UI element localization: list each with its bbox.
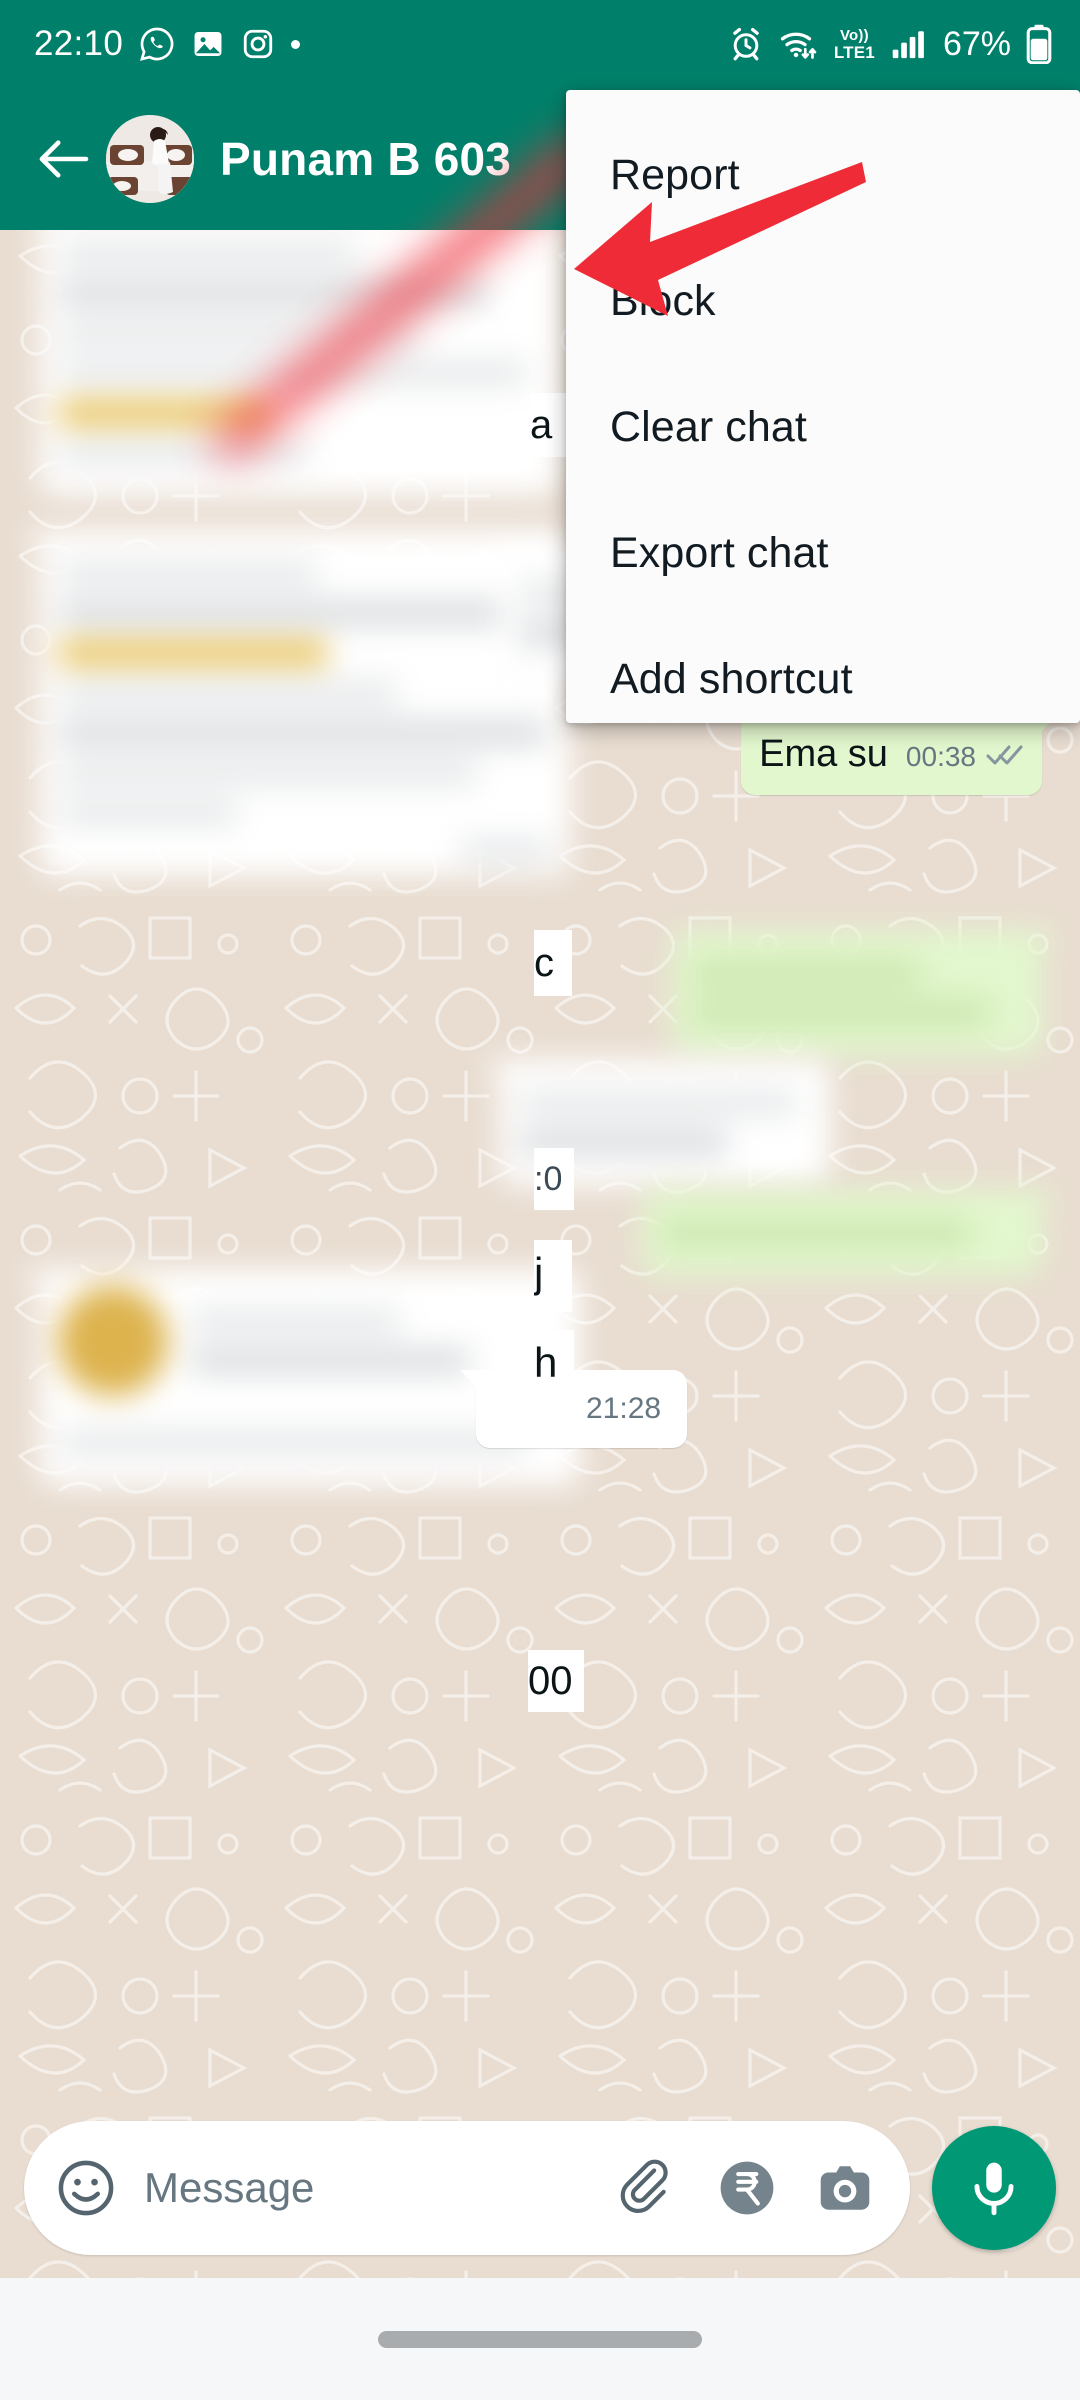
message-meta: 00:38 <box>906 741 1024 773</box>
whatsapp-icon <box>140 27 174 61</box>
home-gesture-pill[interactable] <box>378 2330 702 2348</box>
status-bar: 22:10 Vo)) LTE1 67% <box>0 0 1080 88</box>
volte-icon: Vo)) LTE1 <box>834 28 875 61</box>
alarm-icon <box>733 27 759 61</box>
battery-percent-label: 67% <box>942 24 1011 63</box>
status-bar-right: Vo)) LTE1 67% <box>728 24 1052 64</box>
message-row[interactable] <box>672 930 1058 1056</box>
signal-icon <box>892 31 924 59</box>
message-row[interactable] <box>24 210 560 496</box>
photos-icon <box>194 31 222 57</box>
message-input-placeholder[interactable]: Message <box>144 2164 618 2212</box>
message-text: Ema su <box>759 733 888 775</box>
message-time: 21:28 <box>586 1392 662 1425</box>
message-row[interactable] <box>642 1190 1058 1276</box>
camera-icon[interactable] <box>814 2157 876 2219</box>
emoji-icon[interactable] <box>54 2156 118 2220</box>
volte-line2: LTE1 <box>833 42 875 62</box>
menu-item-add-shortcut[interactable]: Add shortcut <box>566 616 1080 723</box>
message-row[interactable]: 21:28 <box>459 1370 688 1448</box>
message-row[interactable] <box>484 1060 830 1186</box>
wifi-icon <box>780 32 817 59</box>
more-notifications-dot-icon <box>291 39 301 49</box>
voice-record-button[interactable] <box>932 2126 1056 2250</box>
message-bubble-outgoing[interactable] <box>672 930 1058 1056</box>
menu-item-clear-chat[interactable]: Clear chat <box>566 364 1080 490</box>
back-arrow-icon <box>39 140 89 178</box>
message-bubble-outgoing[interactable] <box>642 1190 1058 1276</box>
contact-avatar[interactable] <box>106 115 194 203</box>
message-bubble-outgoing[interactable]: Ema su 00:38 <box>741 714 1058 795</box>
message-row[interactable] <box>24 530 570 876</box>
volte-line1: Vo)) <box>839 26 869 44</box>
rupee-icon[interactable] <box>716 2157 778 2219</box>
message-bubble-incoming[interactable] <box>484 1060 830 1186</box>
message-bubble-incoming[interactable] <box>24 530 570 876</box>
message-bubble-incoming[interactable] <box>24 210 560 496</box>
microphone-icon <box>974 2162 1014 2216</box>
system-navigation-bar <box>0 2278 1080 2400</box>
message-row[interactable]: Ema su 00:38 <box>741 714 1058 795</box>
menu-item-block[interactable]: Block <box>566 238 1080 364</box>
instagram-icon <box>243 29 273 59</box>
battery-icon <box>1026 24 1052 64</box>
contact-name[interactable]: Punam B 603 <box>220 132 511 186</box>
status-bar-left: 22:10 <box>34 24 301 64</box>
whatsapp-chat-screen: Ema su 00:38 21:28 a c:0 j h 00 22:10 V… <box>0 0 1080 2400</box>
message-bubble-incoming-visible[interactable]: 21:28 <box>459 1370 688 1448</box>
menu-item-export-chat[interactable]: Export chat <box>566 490 1080 616</box>
composer-icons <box>618 2157 876 2219</box>
avatar-image <box>106 115 194 203</box>
paperclip-icon[interactable] <box>618 2157 680 2219</box>
message-composer[interactable]: Message <box>0 2098 1080 2278</box>
menu-item-report[interactable]: Report <box>566 112 1080 238</box>
message-input-pill[interactable]: Message <box>24 2121 910 2255</box>
message-time: 00:38 <box>905 741 976 772</box>
delivered-ticks-icon <box>986 743 1024 772</box>
status-clock: 22:10 <box>34 24 124 63</box>
overflow-menu[interactable]: Report Block Clear chat Export chat Add … <box>566 90 1080 723</box>
back-button[interactable] <box>26 122 100 196</box>
